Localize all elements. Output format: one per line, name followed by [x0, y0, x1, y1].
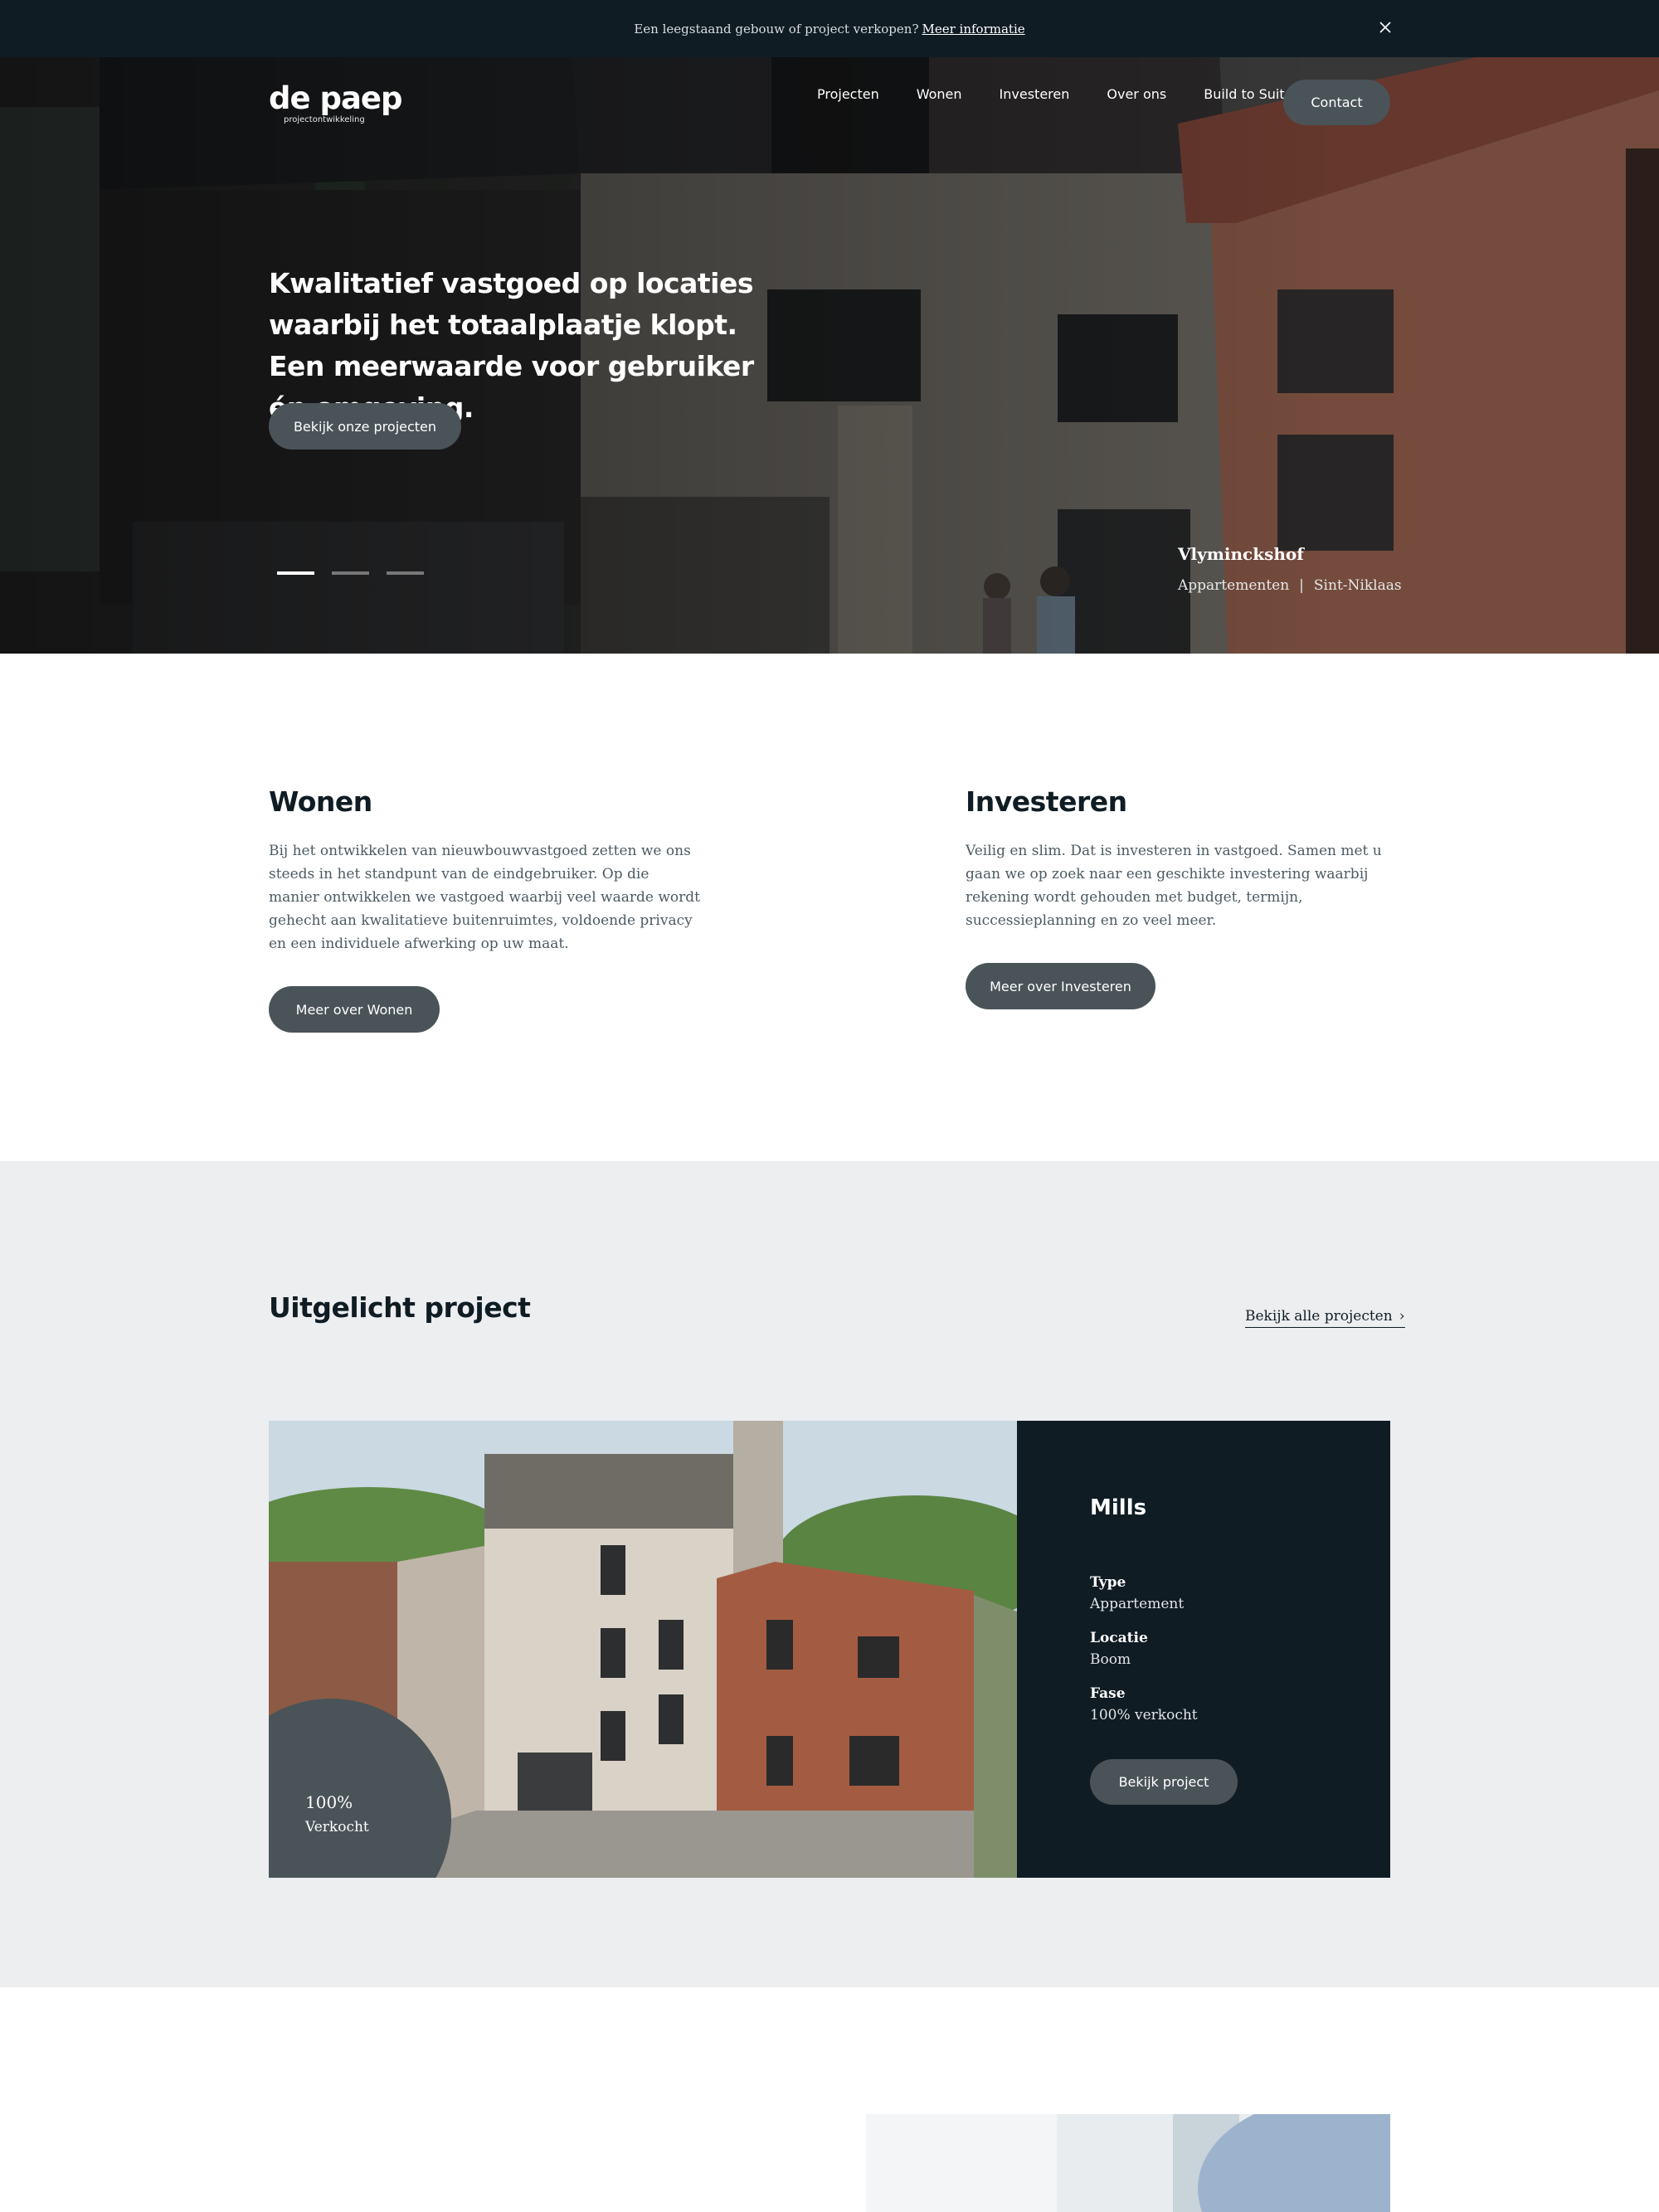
slide-project-type: Appartementen [1178, 577, 1290, 594]
all-projects-link[interactable]: Bekijk alle projecten › [1245, 1308, 1405, 1328]
project-location-label: Locatie [1090, 1630, 1148, 1646]
nav-item-wonen[interactable]: Wonen [917, 86, 962, 102]
next-section-image-graphic [866, 2114, 1390, 2212]
sold-label: Verkocht [305, 1819, 369, 1835]
project-phase: Fase 100% verkocht [1090, 1685, 1198, 1723]
logo[interactable]: de paep projectontwikkeling [269, 80, 402, 125]
project-location: Locatie Boom [1090, 1630, 1148, 1668]
close-icon[interactable] [1376, 18, 1394, 36]
main-nav: Projecten Wonen Investeren Over ons Buil… [817, 80, 1390, 125]
announcement-bar: Een leegstaand gebouw of project verkope… [0, 0, 1659, 57]
project-image: 100% Verkocht [269, 1421, 1017, 1878]
project-type-value: Appartement [1090, 1596, 1185, 1612]
hero-overlay [0, 57, 1659, 654]
announcement-text: Een leegstaand gebouw of project verkope… [634, 21, 919, 36]
wonen-button[interactable]: Meer over Wonen [269, 986, 440, 1033]
slide-project-city: Sint-Niklaas [1313, 577, 1402, 594]
project-name: Mills [1090, 1495, 1147, 1520]
wonen-block: Wonen Bij het ontwikkelen van nieuwbouwv… [269, 785, 700, 1033]
nav-item-investeren[interactable]: Investeren [1000, 86, 1070, 102]
project-phase-label: Fase [1090, 1685, 1126, 1702]
investeren-text: Veilig en slim. Dat is investeren in vas… [966, 843, 1382, 929]
chevron-right-icon: › [1399, 1308, 1405, 1325]
contact-button[interactable]: Contact [1283, 80, 1390, 125]
sold-percentage: 100% [305, 1792, 353, 1812]
logo-subtitle: projectontwikkeling [284, 115, 365, 124]
next-section-image [866, 2114, 1390, 2212]
hero-cta-button[interactable]: Bekijk onze projecten [269, 403, 461, 450]
nav-item-projecten[interactable]: Projecten [817, 86, 879, 102]
nav-item-build-to-suit[interactable]: Build to Suit [1204, 86, 1284, 102]
project-phase-value: 100% verkocht [1090, 1707, 1198, 1723]
announcement-link[interactable]: Meer informatie [922, 22, 1025, 36]
nav-item-over-ons[interactable]: Over ons [1107, 86, 1166, 102]
slide-project-name: Vlyminckshof [1178, 544, 1304, 564]
next-section [0, 1987, 1659, 2212]
slider-dot-3[interactable] [387, 571, 424, 575]
investeren-button[interactable]: Meer over Investeren [966, 963, 1155, 1009]
project-type: Type Appartement [1090, 1574, 1184, 1612]
slider-dots [277, 571, 441, 575]
slide-caption: Vlyminckshof Appartementen | Sint-Niklaas [1178, 544, 1402, 594]
project-info-panel: Mills Type Appartement Locatie Boom Fase… [1017, 1421, 1390, 1878]
logo-wordmark: de paep [269, 80, 402, 116]
project-card[interactable]: 100% Verkocht Mills Type Appartement Loc… [269, 1421, 1390, 1878]
project-type-label: Type [1090, 1574, 1126, 1591]
featured-title: Uitgelicht project [269, 1291, 531, 1324]
featured-project-section: Uitgelicht project Bekijk alle projecten… [0, 1161, 1659, 1987]
wonen-title: Wonen [269, 785, 372, 818]
slide-project-meta: Appartementen | Sint-Niklaas [1178, 577, 1402, 594]
sold-badge: 100% Verkocht [305, 1792, 369, 1835]
view-project-button[interactable]: Bekijk project [1090, 1759, 1238, 1805]
investeren-title: Investeren [966, 785, 1127, 818]
slider-dot-2[interactable] [332, 571, 369, 575]
project-location-value: Boom [1090, 1651, 1131, 1668]
slide-separator: | [1299, 577, 1304, 594]
slider-dot-1[interactable] [277, 571, 314, 575]
hero: de paep projectontwikkeling Projecten Wo… [0, 57, 1659, 654]
investeren-block: Investeren Veilig en slim. Dat is invest… [966, 785, 1397, 1009]
intro-section: Wonen Bij het ontwikkelen van nieuwbouwv… [0, 654, 1659, 1161]
all-projects-label: Bekijk alle projecten [1245, 1308, 1393, 1325]
wonen-text: Bij het ontwikkelen van nieuwbouwvastgoe… [269, 843, 700, 952]
